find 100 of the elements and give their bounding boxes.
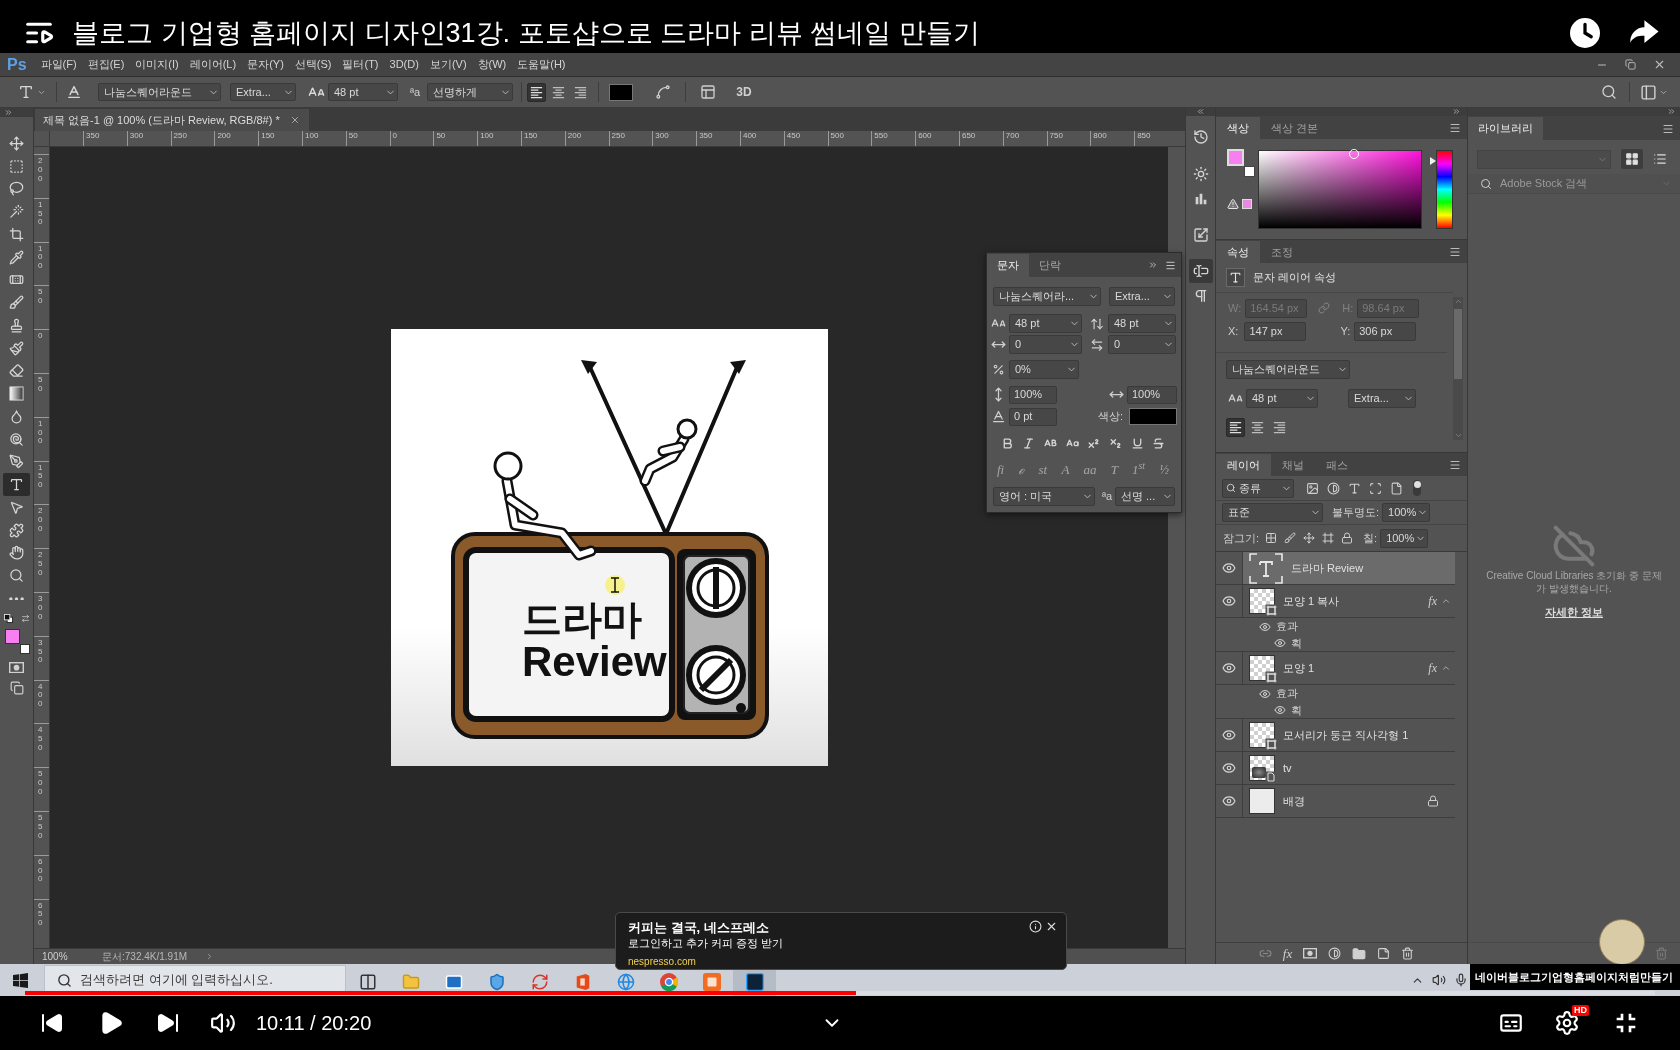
panel-tab[interactable]: 속성 <box>1216 241 1260 263</box>
menu-item[interactable]: 필터(T) <box>342 59 379 70</box>
grid-icon[interactable] <box>1265 532 1278 544</box>
font-size-dropdown[interactable]: 48 pt <box>1246 389 1318 408</box>
panel-menu-icon[interactable] <box>1662 123 1674 135</box>
brush-icon[interactable] <box>1284 532 1297 544</box>
menu-item[interactable]: 레이어(L) <box>189 59 237 70</box>
folder-icon[interactable] <box>1352 946 1367 961</box>
info-icon[interactable] <box>1029 920 1042 933</box>
trash-icon[interactable] <box>1401 947 1415 960</box>
text-color-swatch[interactable] <box>609 83 634 101</box>
eye-icon[interactable] <box>1222 728 1236 742</box>
clock-icon[interactable] <box>1570 18 1600 48</box>
layer-row[interactable]: 모양 1 복사 fx <box>1243 585 1455 617</box>
two-squares-icon[interactable] <box>3 614 13 624</box>
kerning-dropdown[interactable]: 0 <box>1009 335 1082 354</box>
double-chevron-icon[interactable] <box>1667 107 1676 116</box>
antialias-dropdown[interactable]: 선명 ... <box>1115 487 1175 506</box>
image-icon[interactable] <box>1306 481 1319 495</box>
panel-tab[interactable]: 라이브러리 <box>1468 117 1543 140</box>
scrollbar-thumb[interactable] <box>1454 309 1462 379</box>
half-circle-icon[interactable] <box>1328 947 1342 960</box>
tool-button[interactable] <box>3 473 30 496</box>
font-family-dropdown[interactable]: 나눔스퀘어라운드 <box>1226 360 1350 379</box>
align-button[interactable] <box>527 82 547 102</box>
menu-item[interactable]: 편집(E) <box>87 59 125 70</box>
eye-icon[interactable] <box>1274 637 1286 649</box>
chevron-up-icon[interactable] <box>1441 663 1451 673</box>
dock-button[interactable] <box>1188 259 1213 283</box>
hue-slider[interactable] <box>1430 150 1453 229</box>
panel-tab[interactable]: 색상 <box>1216 117 1260 139</box>
panel-tab[interactable]: 단락 <box>1029 254 1071 277</box>
menu-item[interactable]: 파일(F) <box>40 59 77 70</box>
3d-button[interactable]: 3D <box>736 86 752 98</box>
font-size-dropdown[interactable]: 48 pt <box>328 83 398 101</box>
fill-dropdown[interactable]: 100% <box>1380 528 1429 548</box>
panel-menu-icon[interactable] <box>1449 246 1461 258</box>
eye-icon[interactable] <box>1222 661 1236 675</box>
frame-icon[interactable] <box>1322 532 1335 544</box>
panel-tab[interactable]: 패스 <box>1315 454 1359 476</box>
overlapping-squares-icon[interactable] <box>9 681 24 695</box>
layer-row[interactable]: 모서리가 둥근 직사각형 1 <box>1243 719 1455 751</box>
menu-item[interactable]: 선택(S) <box>294 59 332 70</box>
eye-icon[interactable] <box>1274 704 1286 716</box>
close-icon[interactable] <box>1045 920 1058 933</box>
menu-item[interactable]: 3D(D) <box>389 59 419 70</box>
language-dropdown[interactable]: 영어 : 미국 <box>993 487 1095 506</box>
progress-track[interactable] <box>25 991 1655 995</box>
font-size-dropdown[interactable]: 48 pt <box>1009 314 1082 333</box>
foreground-color-swatch[interactable] <box>4 628 20 644</box>
layer-filter-dropdown[interactable]: 종류 <box>1222 478 1294 498</box>
menu-item[interactable]: 창(W) <box>477 59 507 70</box>
search-icon[interactable] <box>1601 84 1617 100</box>
font-family-dropdown[interactable]: 나눔스퀘어라... <box>993 287 1101 306</box>
type-icon[interactable] <box>18 84 34 100</box>
circle-in-square-icon[interactable] <box>1303 948 1318 959</box>
font-style-dropdown[interactable]: Extra... <box>1348 389 1416 408</box>
corners-icon[interactable] <box>1369 481 1382 495</box>
search-input[interactable]: Adobe Stock 검색 <box>1500 175 1620 192</box>
double-chevron-icon[interactable] <box>1452 107 1461 116</box>
double-chevron-icon[interactable] <box>4 107 13 117</box>
panel-menu-icon[interactable] <box>1165 259 1176 271</box>
fx-button[interactable]: fx <box>1282 947 1293 960</box>
panel-menu-icon[interactable] <box>1449 122 1461 134</box>
horizontal-scale-field[interactable]: 100% <box>1127 385 1177 404</box>
antialias-dropdown[interactable]: 선명하게 <box>427 83 514 101</box>
font-family-dropdown[interactable]: 나눔스퀘어라운드 <box>98 83 221 101</box>
color-field[interactable] <box>1258 150 1422 229</box>
eye-icon[interactable] <box>1259 620 1271 633</box>
volume-icon[interactable] <box>210 1010 236 1036</box>
input-field[interactable]: 306 px <box>1354 321 1417 341</box>
next-icon[interactable] <box>156 1011 180 1035</box>
menu-item[interactable]: 이미지(I) <box>135 59 179 70</box>
filter-toggle[interactable] <box>1413 480 1421 496</box>
baseline-shift-field[interactable]: 0 pt <box>1009 407 1057 426</box>
background-color-swatch[interactable] <box>1244 166 1255 177</box>
panel-tab[interactable]: 색상 견본 <box>1260 117 1330 139</box>
align-button[interactable] <box>1226 418 1245 437</box>
input-field[interactable]: 147 px <box>1244 321 1307 341</box>
panel-tab[interactable]: 레이어 <box>1216 454 1271 476</box>
layer-row[interactable]: 배경 <box>1243 785 1455 817</box>
half-circle-icon[interactable] <box>1327 481 1340 495</box>
text-baseline-icon[interactable] <box>66 84 82 100</box>
lock-icon[interactable] <box>1341 532 1354 544</box>
panel-layout-icon[interactable] <box>700 84 717 100</box>
panel-tab[interactable]: 조정 <box>1260 241 1304 263</box>
swap-arrows-icon[interactable] <box>20 614 30 624</box>
layer-row[interactable]: 모양 1 fx <box>1243 652 1455 684</box>
opacity-dropdown[interactable]: 100% <box>1382 503 1431 522</box>
blend-mode-dropdown[interactable]: 표준 <box>1222 503 1323 522</box>
font-style-dropdown[interactable]: Extra... <box>230 83 296 101</box>
document-tab[interactable]: 제목 없음-1 @ 100% (드라마 Review, RGB/8#) * <box>35 109 309 131</box>
arrows-icon[interactable] <box>1303 532 1316 544</box>
vertical-scale-field[interactable]: 100% <box>1009 385 1057 404</box>
double-chevron-icon[interactable] <box>1148 260 1158 270</box>
menu-item[interactable]: 보기(V) <box>429 59 467 70</box>
layer-row[interactable]: 드라마 Review <box>1243 552 1455 584</box>
eye-icon[interactable] <box>1222 761 1236 775</box>
curve-icon[interactable] <box>655 84 672 100</box>
tracking-dropdown[interactable]: 0 <box>1108 335 1176 354</box>
